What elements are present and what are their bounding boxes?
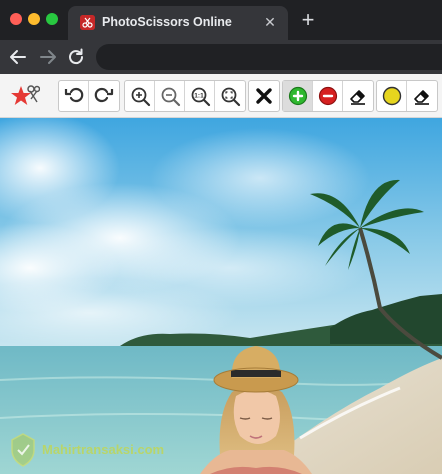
arrow-left-icon[interactable]	[6, 45, 30, 69]
zoom-in-icon[interactable]	[125, 81, 155, 111]
redo-icon[interactable]	[89, 81, 119, 111]
beach-photo	[0, 118, 442, 474]
zoom-out-icon[interactable]	[155, 81, 185, 111]
zoom-group: 1:1	[124, 80, 246, 112]
clear-marks-icon[interactable]	[249, 81, 279, 111]
foreground-marker-icon[interactable]	[283, 81, 313, 111]
tab-strip: PhotoScissors Online ✕ +	[0, 0, 442, 40]
watermark-logo-icon	[11, 433, 35, 467]
eraser-icon[interactable]	[343, 81, 373, 111]
marker-group	[282, 80, 374, 112]
browser-tab-active[interactable]: PhotoScissors Online ✕	[68, 6, 288, 40]
zoom-actual-size-icon[interactable]: 1:1	[185, 81, 215, 111]
zoom-fit-icon[interactable]	[215, 81, 245, 111]
navigation-bar	[0, 40, 442, 74]
history-group	[58, 80, 120, 112]
watermark: Mahirtransaksi.com	[8, 432, 208, 472]
new-tab-button[interactable]: +	[298, 9, 318, 31]
tab-close-icon[interactable]: ✕	[262, 14, 278, 30]
zoom-actual-size-label: 1:1	[194, 93, 204, 100]
background-marker-icon[interactable]	[313, 81, 343, 111]
arrow-right-icon[interactable]	[36, 45, 60, 69]
clear-group	[248, 80, 280, 112]
photoscissors-icon	[80, 15, 95, 30]
photoscissors-logo	[10, 80, 41, 112]
window-close-button[interactable]	[10, 13, 22, 25]
address-bar[interactable]	[96, 44, 442, 70]
window-minimize-button[interactable]	[28, 13, 40, 25]
tab-title: PhotoScissors Online	[102, 15, 232, 29]
image-canvas[interactable]	[0, 118, 442, 474]
undo-icon[interactable]	[59, 81, 89, 111]
hair-eraser-icon[interactable]	[407, 81, 437, 111]
watermark-text: Mahirtransaksi.com	[42, 442, 165, 457]
hair-marker-group	[376, 80, 438, 112]
reload-icon[interactable]	[64, 45, 88, 69]
window-zoom-button[interactable]	[46, 13, 58, 25]
hair-marker-icon[interactable]	[377, 81, 407, 111]
editor-toolbar: 1:1	[0, 74, 442, 118]
